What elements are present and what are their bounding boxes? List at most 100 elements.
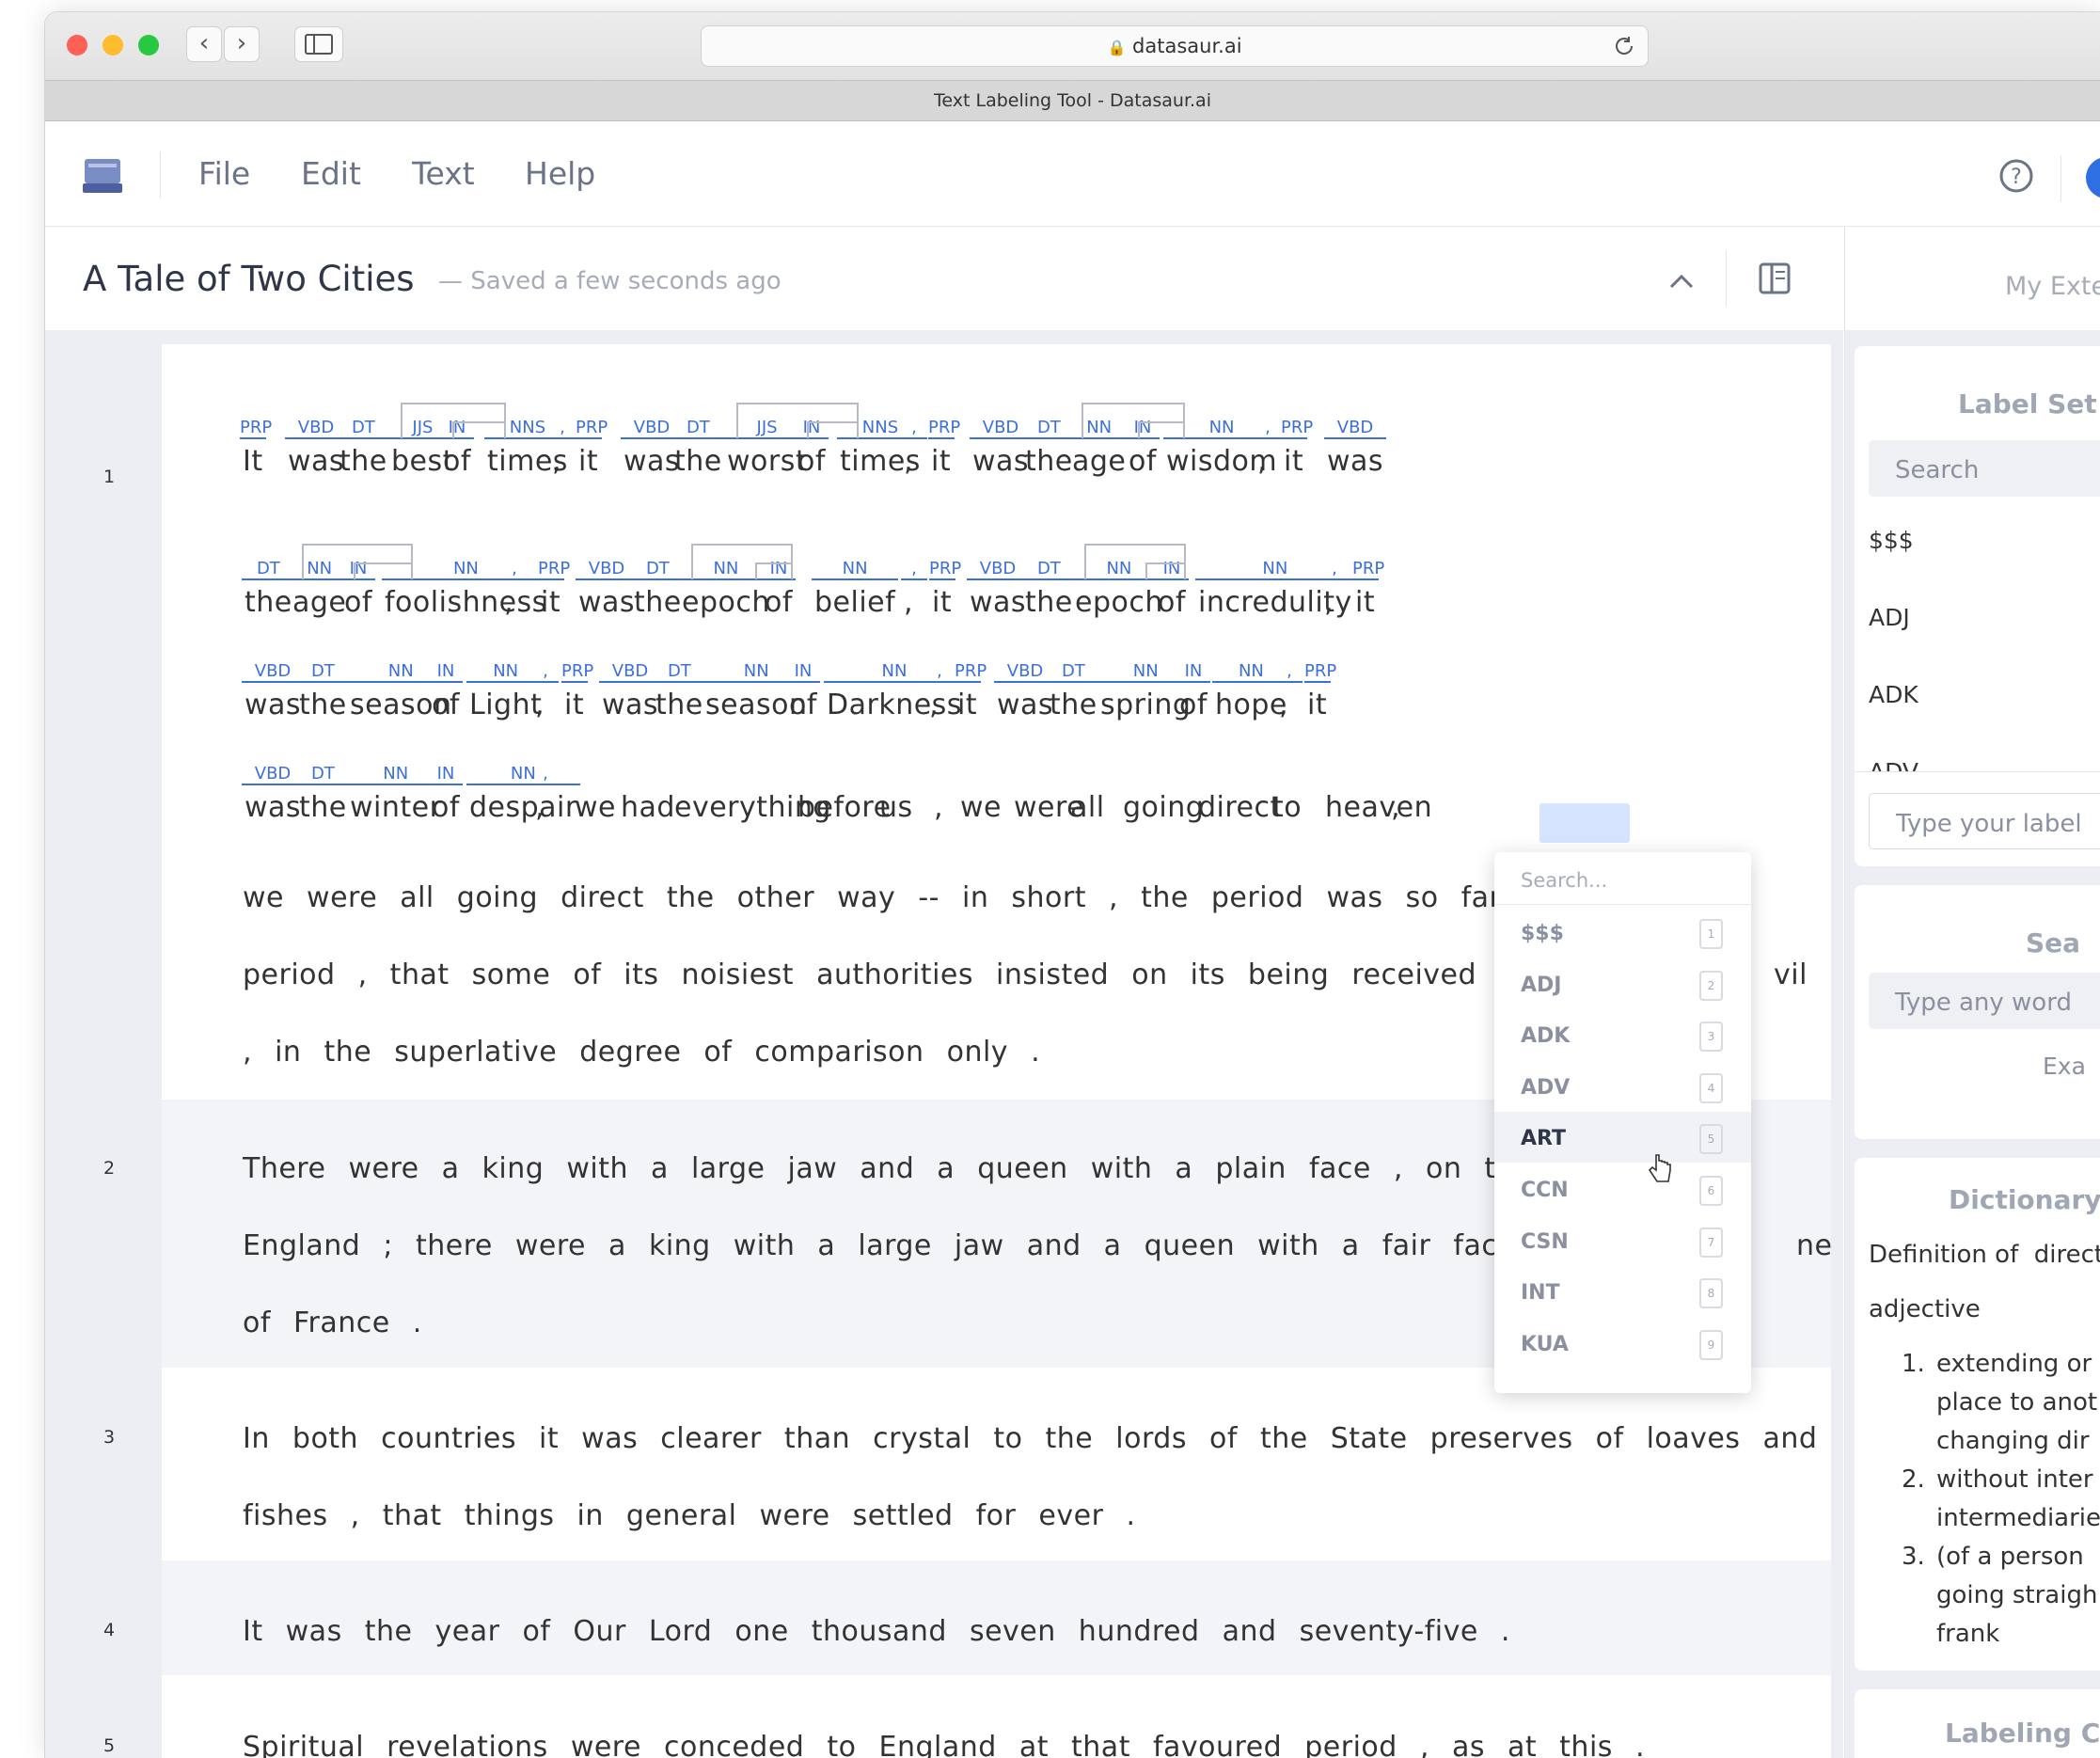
token[interactable]: the — [299, 792, 347, 824]
pos-label[interactable]: PRP — [561, 661, 593, 683]
token[interactable]: the — [245, 587, 292, 619]
token[interactable]: heaven — [1325, 792, 1432, 824]
pos-label[interactable]: VBD — [576, 559, 639, 580]
token[interactable]: , — [904, 587, 913, 619]
menu-text[interactable]: Text — [412, 155, 475, 192]
pos-label[interactable]: NN — [466, 764, 580, 785]
token[interactable]: Light — [469, 689, 542, 721]
sidebar-toggle-button[interactable] — [294, 26, 343, 62]
dependency-arc[interactable] — [1138, 421, 1185, 438]
pos-label[interactable]: DT — [1047, 661, 1100, 683]
label-option[interactable]: ART 5 — [1494, 1112, 1751, 1164]
token[interactable]: it — [931, 446, 951, 478]
pos-label[interactable]: IN — [429, 764, 463, 785]
text-line[interactable]: we were all going direct the other way -… — [243, 882, 1540, 914]
label-option[interactable]: KUA 9 — [1494, 1318, 1751, 1369]
token[interactable]: the — [634, 587, 682, 619]
token[interactable]: , — [1279, 689, 1288, 721]
token[interactable]: the — [1050, 689, 1097, 721]
token[interactable]: Darkness — [827, 689, 962, 721]
token[interactable]: epoch — [682, 587, 770, 619]
token[interactable]: , — [1391, 792, 1400, 824]
dependency-arc[interactable] — [1145, 562, 1186, 579]
token[interactable]: of — [443, 446, 471, 478]
label-option[interactable]: CSN 7 — [1494, 1215, 1751, 1266]
token[interactable]: it — [957, 689, 977, 721]
label-option[interactable]: ADJ 2 — [1494, 958, 1751, 1009]
text-fragment[interactable]: ne — [1796, 1230, 1832, 1262]
token[interactable]: was — [288, 446, 344, 478]
token[interactable]: the — [1025, 446, 1073, 478]
token[interactable]: spring — [1100, 689, 1191, 721]
pos-label[interactable]: PRP — [240, 418, 272, 439]
menu-file[interactable]: File — [198, 155, 250, 192]
pos-label[interactable]: , — [532, 661, 559, 683]
zoom-window-button[interactable] — [138, 35, 159, 55]
dependency-arc[interactable] — [452, 421, 506, 438]
label-item[interactable]: ADV — [1869, 758, 1918, 771]
token[interactable]: winter — [350, 792, 441, 824]
close-window-button[interactable] — [67, 35, 87, 55]
token[interactable]: age — [1072, 446, 1126, 478]
token[interactable]: before — [797, 792, 892, 824]
text-line[interactable]: of France . — [243, 1307, 422, 1339]
text-line[interactable]: Spiritual revelations were conceded to E… — [243, 1732, 1645, 1758]
token[interactable]: , — [934, 792, 943, 824]
pos-label[interactable]: IN — [786, 661, 820, 683]
label-item[interactable]: ADK — [1869, 681, 1918, 708]
pos-label[interactable]: , — [1276, 661, 1303, 683]
address-bar[interactable]: 🔒 datasaur.ai — [701, 25, 1649, 67]
reload-icon[interactable] — [1612, 34, 1636, 58]
minimize-window-button[interactable] — [103, 35, 123, 55]
token[interactable]: of — [765, 587, 793, 619]
pos-label[interactable]: PRP — [929, 559, 961, 580]
token[interactable]: , — [929, 689, 939, 721]
token[interactable]: , — [552, 446, 561, 478]
pos-label[interactable]: , — [1255, 418, 1281, 439]
pos-label[interactable]: DT — [337, 418, 390, 439]
pos-label[interactable]: IN — [1176, 661, 1210, 683]
pos-label[interactable]: DT — [653, 661, 706, 683]
pos-label[interactable]: PRP — [1304, 661, 1336, 683]
pos-label[interactable]: PRP — [928, 418, 960, 439]
pos-label[interactable]: , — [901, 559, 927, 580]
label-option[interactable]: INT 8 — [1494, 1266, 1751, 1317]
pos-label[interactable]: DT — [631, 559, 685, 580]
pos-label[interactable]: PRP — [1281, 418, 1313, 439]
token[interactable]: , — [535, 792, 545, 824]
pos-label[interactable]: PRP — [1352, 559, 1384, 580]
token[interactable]: It — [243, 446, 263, 478]
token[interactable]: of — [789, 689, 817, 721]
text-line[interactable]: fishes , that things in general were set… — [243, 1500, 1135, 1532]
label-item[interactable]: $$$ — [1869, 527, 1914, 554]
token[interactable]: it — [1355, 587, 1375, 619]
token[interactable]: it — [932, 587, 952, 619]
pos-label[interactable]: DT — [1022, 559, 1076, 580]
layout-panel-icon[interactable] — [1759, 262, 1791, 294]
token[interactable]: , — [904, 446, 913, 478]
token[interactable]: , — [504, 587, 513, 619]
pos-label[interactable]: , — [901, 418, 927, 439]
token[interactable]: of — [1129, 446, 1157, 478]
token[interactable]: of — [432, 792, 460, 824]
token[interactable]: us — [879, 792, 913, 824]
pos-label[interactable]: NN — [812, 559, 899, 580]
menu-edit[interactable]: Edit — [301, 155, 361, 192]
pos-label[interactable]: PRP — [538, 559, 570, 580]
token[interactable]: of — [344, 587, 372, 619]
back-button[interactable]: ‹ — [186, 26, 222, 62]
token[interactable]: epoch — [1075, 587, 1163, 619]
dependency-arc[interactable] — [755, 562, 793, 579]
pos-label[interactable]: , — [532, 764, 559, 785]
token[interactable]: was — [245, 689, 301, 721]
text-line[interactable]: , in the superlative degree of compariso… — [243, 1037, 1040, 1069]
token[interactable]: it — [564, 689, 584, 721]
forward-button[interactable]: › — [224, 26, 260, 62]
pos-label[interactable]: DT — [296, 764, 350, 785]
text-line[interactable]: It was the year of Our Lord one thousand… — [243, 1616, 1510, 1648]
token[interactable]: , — [535, 689, 545, 721]
token[interactable]: the — [299, 689, 347, 721]
token[interactable]: of — [432, 689, 460, 721]
token[interactable]: despair — [469, 792, 577, 824]
text-fragment[interactable]: vil — [1774, 959, 1808, 991]
